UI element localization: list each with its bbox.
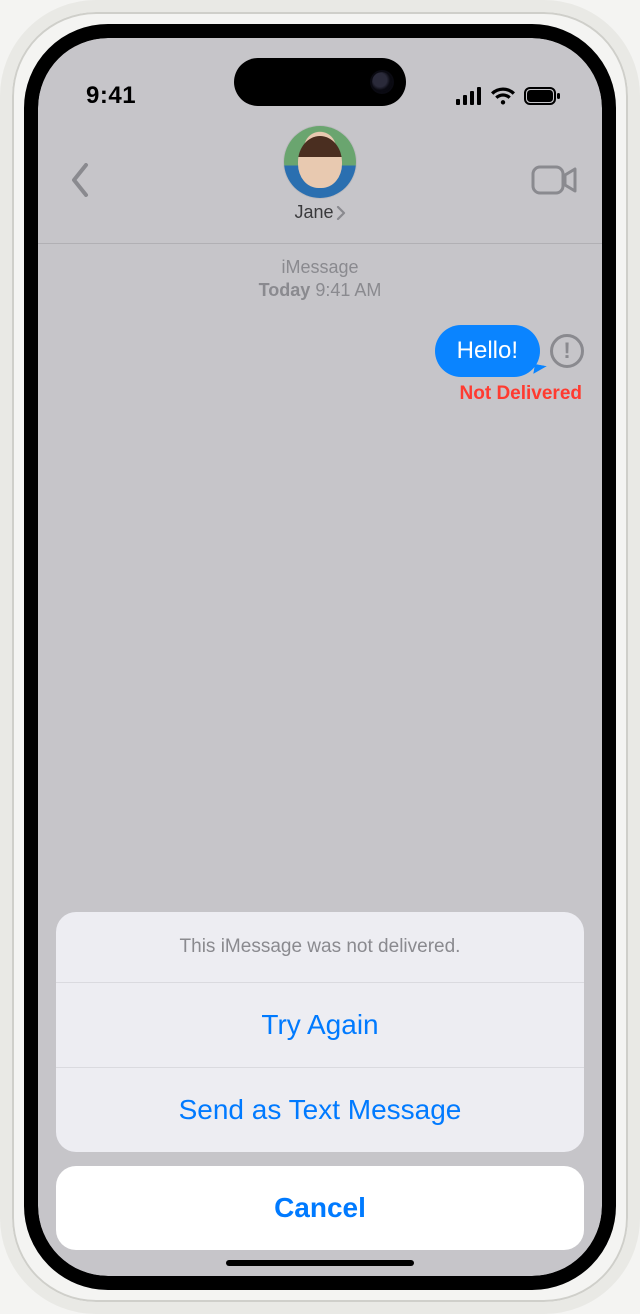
action-sheet-title: This iMessage was not delivered. [56,912,584,983]
action-sheet-group: This iMessage was not delivered. Try Aga… [56,912,584,1152]
dynamic-island [234,58,406,106]
try-again-button[interactable]: Try Again [56,983,584,1068]
device-mockup: 9:41 [0,0,640,1314]
action-sheet: This iMessage was not delivered. Try Aga… [38,912,602,1276]
cancel-button[interactable]: Cancel [56,1166,584,1250]
screen: 9:41 [38,38,602,1276]
send-as-text-message-button[interactable]: Send as Text Message [56,1068,584,1152]
home-indicator[interactable] [226,1260,414,1266]
